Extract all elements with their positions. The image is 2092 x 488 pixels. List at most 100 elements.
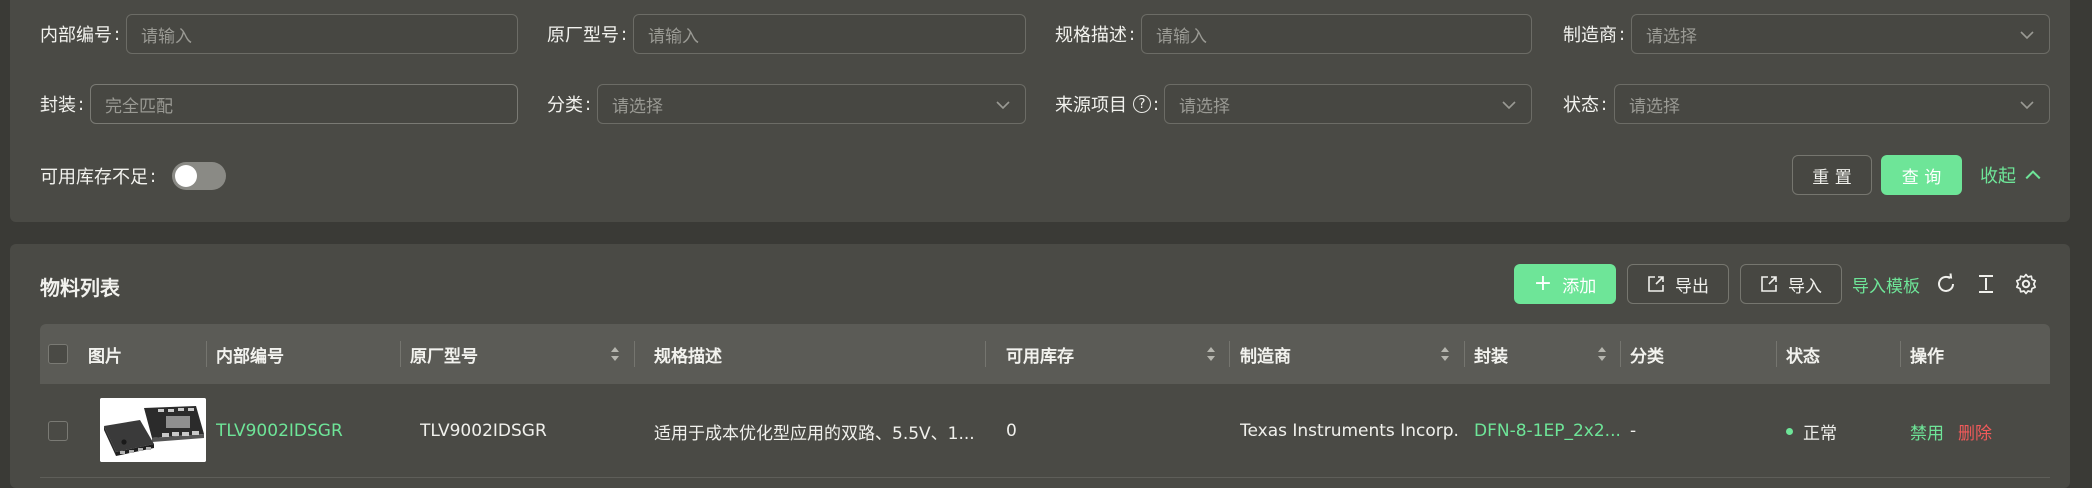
mfr-model-input[interactable]: 请输入 [633,14,1026,54]
spec-desc-filter: 规格描述: [1055,14,1135,54]
list-title: 物料列表 [40,276,120,300]
spec-desc-placeholder: 请输入 [1156,26,1207,47]
sort-icon[interactable] [1205,344,1217,364]
import-icon [1761,276,1777,292]
disable-button[interactable]: 禁用 [1910,419,1944,444]
col-status: 状态 [1786,346,1820,367]
manufacturer-placeholder: 请选择 [1646,26,1697,47]
actions-cell: 禁用 删除 [1910,384,2050,478]
low-stock-label: 可用库存不足 [40,167,148,188]
material-list-panel: 物料列表 + 添加 导出 导入 导入模板 图片 内部编号 原厂型号 规格描述 可… [10,244,2070,488]
source-project-placeholder: 请选择 [1179,96,1230,117]
chevron-down-icon [1502,101,1516,110]
spec-desc-label: 规格描述 [1055,25,1127,46]
mfr-model-filter: 原厂型号: [547,14,627,54]
package-filter: 封装: [40,84,84,124]
plus-icon: + [1533,271,1553,296]
col-available-stock[interactable]: 可用库存 [1006,324,1074,384]
internal-no-label: 内部编号 [40,25,112,46]
sort-icon[interactable] [1439,344,1451,364]
internal-no-filter: 内部编号: [40,14,120,54]
source-project-label: 来源项目 [1055,95,1127,116]
col-divider [1620,341,1621,367]
table-header: 图片 内部编号 原厂型号 规格描述 可用库存 制造商 封装 分类 状态 操作 [40,324,2050,384]
sort-icon[interactable] [1596,344,1608,364]
column-height-icon[interactable] [1974,272,1998,296]
status-dot [1786,427,1793,435]
import-button-label: 导入 [1788,276,1822,297]
col-divider [1229,341,1230,367]
col-image: 图片 [88,346,122,367]
import-button[interactable]: 导入 [1740,264,1842,304]
reset-button[interactable]: 重 置 [1792,155,1872,195]
source-project-select[interactable]: 请选择 [1164,84,1532,124]
low-stock-filter: 可用库存不足: [40,156,156,196]
component-image-drawing [100,398,206,462]
status-select[interactable]: 请选择 [1614,84,2050,124]
category-filter: 分类: [547,84,591,124]
status-text: 正常 [1803,423,1837,444]
category-label: 分类 [547,95,583,116]
col-spec-desc: 规格描述 [654,346,722,367]
col-category: 分类 [1630,346,1664,367]
manufacturer-cell: Texas Instruments Incorp... [1240,421,1460,441]
category-select[interactable]: 请选择 [597,84,1026,124]
col-actions: 操作 [1910,346,1944,367]
search-panel: 内部编号: 请输入 原厂型号: 请输入 规格描述: 请输入 制造商: 请选择 封… [10,0,2070,222]
export-button[interactable]: 导出 [1627,264,1729,304]
collapse-button[interactable]: 收起 [1980,155,2042,195]
mfr-model-cell: TLV9002IDSGR [420,421,547,441]
low-stock-toggle[interactable] [172,162,226,190]
sort-icon[interactable] [609,344,621,364]
question-circle-icon[interactable]: ? [1133,95,1151,113]
refresh-icon[interactable] [1934,272,1958,296]
mfr-model-label: 原厂型号 [547,25,619,46]
category-placeholder: 请选择 [612,96,663,117]
export-button-label: 导出 [1675,276,1709,297]
collapse-label: 收起 [1980,166,2016,187]
manufacturer-label: 制造商 [1563,25,1617,46]
toggle-knob [175,165,197,187]
table-row[interactable]: TLV9002IDSGR TLV9002IDSGR 适用于成本优化型应用的双路、… [40,384,2050,478]
category-cell: - [1630,421,1637,441]
spec-desc-cell: 适用于成本优化型应用的双路、5.5V、1... [654,423,974,444]
query-button[interactable]: 查 询 [1881,155,1962,195]
spec-desc-input[interactable]: 请输入 [1141,14,1532,54]
col-divider [634,341,635,367]
col-internal-no: 内部编号 [216,346,284,367]
manufacturer-filter: 制造商: [1563,14,1625,54]
package-input[interactable]: 完全匹配 [90,84,518,124]
add-button[interactable]: + 添加 [1514,264,1616,304]
col-divider [1464,341,1465,367]
query-button-label: 查 询 [1901,167,1942,188]
col-manufacturer[interactable]: 制造商 [1240,324,1291,384]
internal-no-placeholder: 请输入 [141,26,192,47]
chevron-down-icon [2020,31,2034,40]
component-image[interactable] [100,398,206,462]
status-placeholder: 请选择 [1629,96,1680,117]
select-all-checkbox[interactable] [48,344,68,364]
mfr-model-placeholder: 请输入 [648,26,699,47]
package-cell[interactable]: DFN-8-1EP_2x2... [1474,384,1619,478]
row-checkbox[interactable] [48,421,68,441]
chevron-down-icon [996,101,1010,110]
status-cell: 正常 [1786,384,1896,478]
col-mfr-model[interactable]: 原厂型号 [410,324,478,384]
settings-icon[interactable] [2014,272,2038,296]
export-icon [1648,276,1664,292]
delete-button[interactable]: 删除 [1958,419,1992,444]
reset-button-label: 重 置 [1812,167,1852,188]
manufacturer-select[interactable]: 请选择 [1631,14,2050,54]
col-divider [400,341,401,367]
add-button-label: 添加 [1562,276,1597,297]
status-filter: 状态: [1563,84,1607,124]
package-label: 封装 [40,95,76,116]
col-divider [1776,341,1777,367]
available-stock-cell: 0 [1006,421,1017,441]
internal-no-input[interactable]: 请输入 [126,14,518,54]
chevron-down-icon [2020,101,2034,110]
import-template-link[interactable]: 导入模板 [1852,264,1920,304]
col-divider [206,341,207,367]
internal-no-cell[interactable]: TLV9002IDSGR [216,384,386,478]
col-package[interactable]: 封装 [1474,324,1508,384]
